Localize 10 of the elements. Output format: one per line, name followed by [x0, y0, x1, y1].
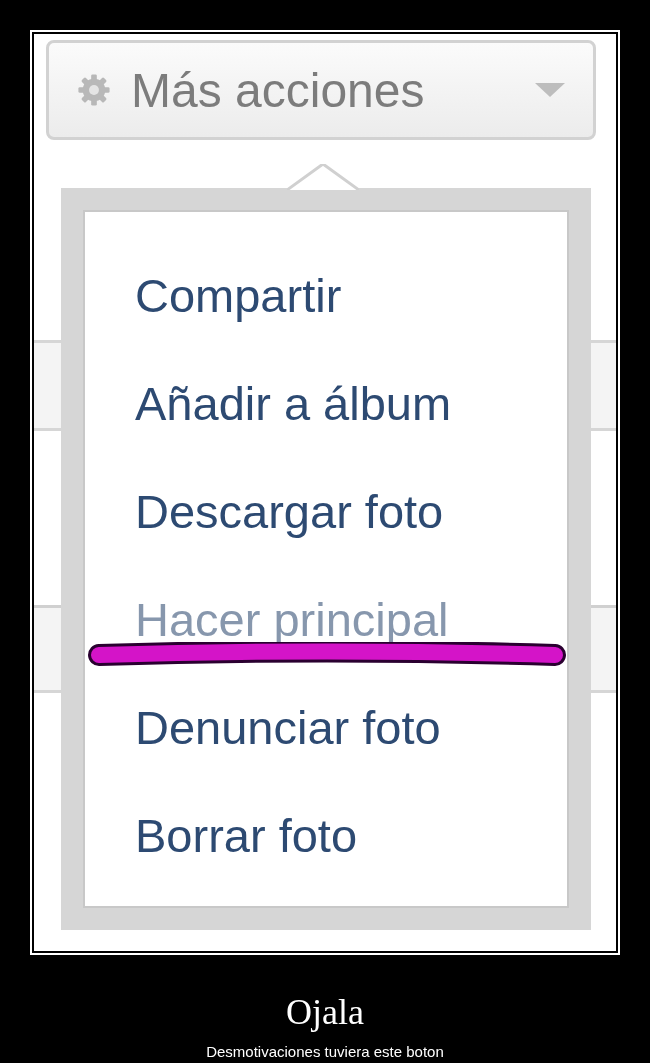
menu-item[interactable]: Descargar foto — [135, 472, 444, 580]
poster-title: Ojala — [286, 991, 364, 1033]
menu-item[interactable]: Denunciar foto — [135, 688, 441, 796]
more-actions-button[interactable]: Más acciones — [46, 40, 596, 140]
gear-icon — [77, 73, 111, 107]
caret-icon — [535, 83, 565, 97]
poster-subtitle: Desmotivaciones tuviera este boton — [206, 1043, 444, 1060]
menu-item[interactable]: Compartir — [135, 256, 342, 364]
menu-item[interactable]: Añadir a álbum — [135, 364, 452, 472]
menu-item[interactable]: Borrar foto — [135, 796, 358, 904]
